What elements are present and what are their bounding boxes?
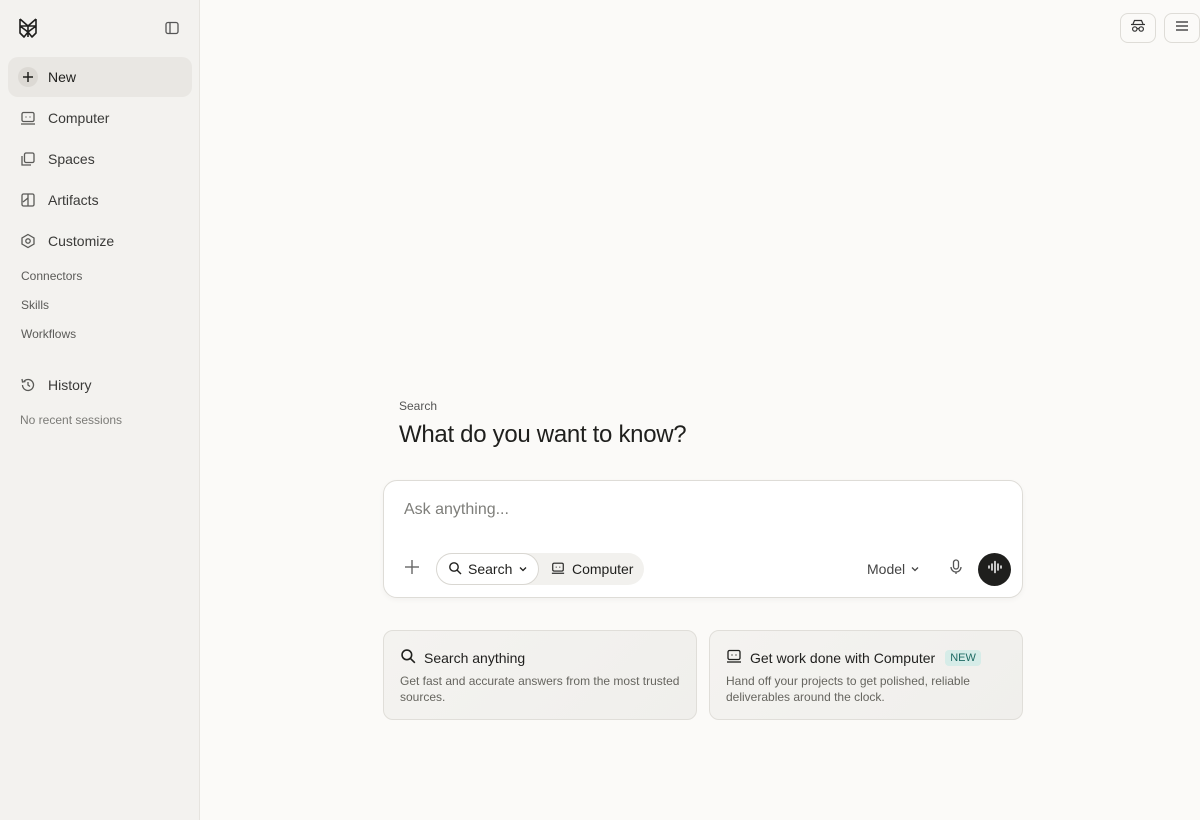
sidebar-item-workflows[interactable]: Workflows — [21, 327, 76, 341]
sidebar: New Computer Spaces Artifacts Customize … — [0, 0, 200, 820]
menu-icon — [1175, 19, 1189, 37]
attach-button[interactable] — [402, 559, 422, 579]
computer-icon — [18, 108, 38, 128]
card-title-text: Get work done with Computer — [750, 649, 936, 666]
mode-computer-label: Computer — [572, 561, 634, 577]
card-description: Hand off your projects to get polished, … — [726, 674, 970, 704]
sidebar-item-label: Customize — [48, 233, 115, 249]
sidebar-item-computer[interactable]: Computer — [8, 98, 192, 138]
sidebar-item-new[interactable]: New — [8, 57, 192, 97]
sidebar-item-spaces[interactable]: Spaces — [8, 139, 192, 179]
section-label: Search — [399, 399, 438, 413]
app-logo[interactable] — [16, 16, 40, 40]
sidebar-toggle-button[interactable] — [160, 16, 184, 40]
incognito-button[interactable] — [1120, 13, 1156, 43]
new-badge: NEW — [945, 649, 981, 666]
sidebar-item-history[interactable]: History — [8, 365, 192, 405]
sidebar-item-label: Artifacts — [48, 192, 99, 208]
plus-icon — [18, 67, 38, 87]
composer: Search Computer Model — [383, 480, 1023, 598]
history-icon — [18, 375, 38, 395]
chevron-down-icon — [910, 561, 920, 577]
search-icon — [448, 561, 462, 578]
mode-selector: Search Computer — [436, 553, 644, 585]
microphone-icon — [949, 558, 963, 580]
sidebar-item-label: Spaces — [48, 151, 95, 167]
model-selector[interactable]: Model — [867, 557, 920, 581]
card-title: Get work done with Computer NEW — [726, 648, 981, 667]
computer-icon — [551, 561, 565, 578]
customize-icon — [18, 231, 38, 251]
no-recent-sessions-text: No recent sessions — [20, 413, 123, 427]
waveform-icon — [987, 560, 1003, 579]
page-title: What do you want to know? — [399, 421, 687, 448]
computer-icon — [726, 648, 742, 667]
sidebar-item-label: New — [48, 69, 77, 85]
mode-search-label: Search — [468, 561, 513, 577]
plus-icon — [404, 559, 420, 580]
sidebar-item-customize[interactable]: Customize — [8, 221, 192, 261]
menu-button[interactable] — [1164, 13, 1200, 43]
card-title: Search anything — [400, 648, 525, 667]
microphone-button[interactable] — [946, 558, 966, 580]
computer-card[interactable]: Get work done with Computer NEW Hand off… — [709, 630, 1023, 720]
mode-search-button[interactable]: Search — [436, 553, 539, 585]
sidebar-item-connectors[interactable]: Connectors — [21, 269, 82, 283]
card-title-text: Search anything — [424, 649, 526, 666]
chevron-down-icon — [518, 561, 528, 577]
model-label: Model — [867, 561, 906, 577]
sidebar-item-label: History — [48, 377, 92, 393]
spaces-icon — [18, 149, 38, 169]
sidebar-item-label: Computer — [48, 110, 110, 126]
incognito-icon — [1130, 19, 1146, 38]
sidebar-item-skills[interactable]: Skills — [21, 298, 49, 312]
search-icon — [400, 648, 416, 667]
mode-computer-button[interactable]: Computer — [549, 553, 644, 585]
card-description: Get fast and accurate answers from the m… — [400, 674, 680, 704]
sidebar-item-artifacts[interactable]: Artifacts — [8, 180, 192, 220]
search-anything-card[interactable]: Search anything Get fast and accurate an… — [383, 630, 697, 720]
ask-input[interactable] — [404, 498, 994, 522]
artifacts-icon — [18, 190, 38, 210]
voice-mode-button[interactable] — [978, 553, 1011, 586]
